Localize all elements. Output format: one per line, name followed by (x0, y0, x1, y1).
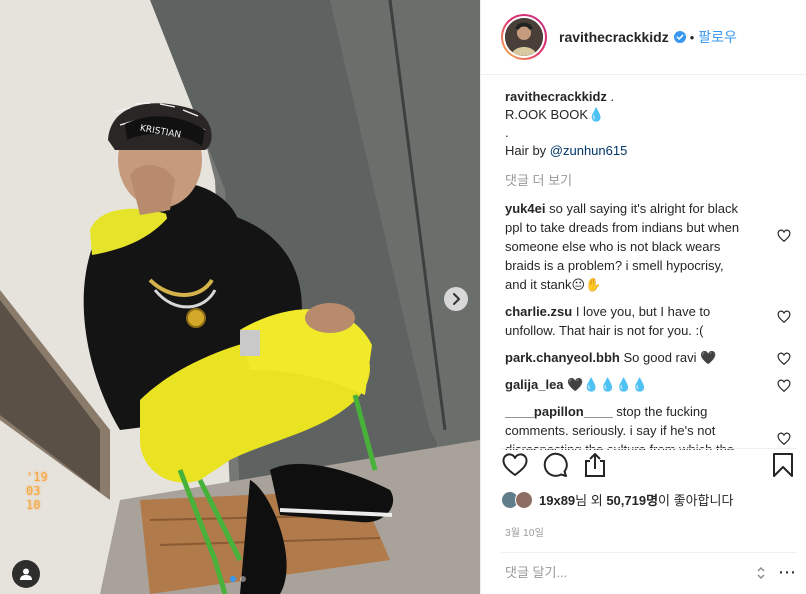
carousel-indicator (230, 576, 246, 582)
verified-badge-icon (673, 31, 686, 43)
author-username[interactable]: ravithecrackkidz (559, 29, 669, 45)
avatar-picture (505, 18, 543, 56)
user-icon (20, 568, 32, 580)
heart-icon (502, 452, 528, 476)
comment-item: park.chanyeol.bbh So good ravi 🖤 (505, 348, 795, 367)
caption-suffix: . (606, 89, 615, 104)
header-separator: • (689, 29, 695, 45)
post-date[interactable]: 3월 10일 (505, 524, 544, 539)
comment-item: galija_lea 🖤💧💧💧💧 (505, 375, 795, 394)
speech-bubble-icon (543, 452, 568, 477)
caption-line-1: R.OOK BOOK💧 (505, 107, 605, 122)
comment-like-heart-icon[interactable] (777, 310, 791, 324)
post-header: ravithecrackkidz • 팔로우 (481, 0, 806, 75)
save-button[interactable] (769, 451, 797, 479)
likes-summary: 19x89님 외 50,719명이 좋아합니다 (501, 490, 733, 509)
bookmark-icon (773, 452, 793, 477)
share-icon (585, 452, 605, 477)
carousel-dot (230, 576, 236, 582)
liker-avatar[interactable] (515, 490, 533, 509)
comment-body: 🖤💧💧💧💧 (567, 377, 649, 392)
comments-list[interactable]: ravithecrackkidz . R.OOK BOOK💧 . Hair by… (505, 88, 795, 450)
mention-link[interactable]: @zunhun615 (550, 143, 628, 158)
comment-item: ____papillon____ stop the fucking commen… (505, 402, 795, 450)
share-button[interactable] (581, 451, 609, 479)
more-options-icon[interactable]: ⋯ (778, 562, 797, 583)
comment-item: yuk4ei so yall saying it's alright for b… (505, 199, 795, 294)
likes-middle-text: 님 외 (575, 493, 607, 508)
comment-like-heart-icon[interactable] (777, 229, 791, 243)
comment-username[interactable]: charlie.zsu (505, 304, 572, 319)
photo-scene: KRISTIAN (0, 0, 480, 594)
comment-input[interactable] (501, 565, 754, 580)
chevron-right-icon (453, 293, 460, 305)
liker-avatars (501, 490, 533, 509)
post-actions-bar (501, 448, 797, 480)
comment-username[interactable]: ____papillon____ (505, 404, 613, 419)
likes-count[interactable]: 50,719명 (606, 493, 658, 508)
post-detail-panel: ravithecrackkidz • 팔로우 ravithecrackkidz … (480, 0, 806, 594)
liker-username[interactable]: 19x89 (539, 493, 575, 508)
follow-button[interactable]: 팔로우 (698, 27, 737, 47)
view-more-comments-button[interactable]: 댓글 더 보기 (505, 170, 795, 189)
comment-like-heart-icon[interactable] (777, 432, 791, 446)
avatar-inner (503, 16, 545, 58)
author-avatar[interactable] (501, 14, 547, 60)
avatar-image (505, 18, 543, 56)
comment-button[interactable] (541, 451, 569, 479)
caption-username[interactable]: ravithecrackkidz (505, 89, 607, 104)
caption-hair-prefix: Hair by (505, 143, 550, 158)
comment-username[interactable]: park.chanyeol.bbh (505, 350, 620, 365)
caption: ravithecrackkidz . R.OOK BOOK💧 . Hair by… (505, 88, 795, 160)
photo-date-stamp: '19 03 10 (26, 470, 48, 512)
comment-username[interactable]: yuk4ei (505, 201, 545, 216)
comment-item: charlie.zsu I love you, but I have to un… (505, 302, 795, 340)
carousel-dot (240, 576, 246, 582)
add-comment-bar: ⋯ (501, 552, 797, 592)
comment-like-heart-icon[interactable] (777, 379, 791, 393)
caption-line-2: . (505, 125, 509, 140)
post-photo[interactable]: KRISTIAN '19 03 10 (0, 0, 480, 594)
expand-updown-icon[interactable] (754, 564, 768, 582)
comment-username[interactable]: galija_lea (505, 377, 564, 392)
carousel-next-button[interactable] (444, 287, 468, 311)
like-button[interactable] (501, 451, 529, 479)
comment-like-heart-icon[interactable] (777, 352, 791, 366)
likes-suffix-text: 이 좋아합니다 (658, 493, 734, 508)
comment-body: So good ravi 🖤 (623, 350, 717, 365)
tagged-users-button[interactable] (12, 560, 40, 588)
